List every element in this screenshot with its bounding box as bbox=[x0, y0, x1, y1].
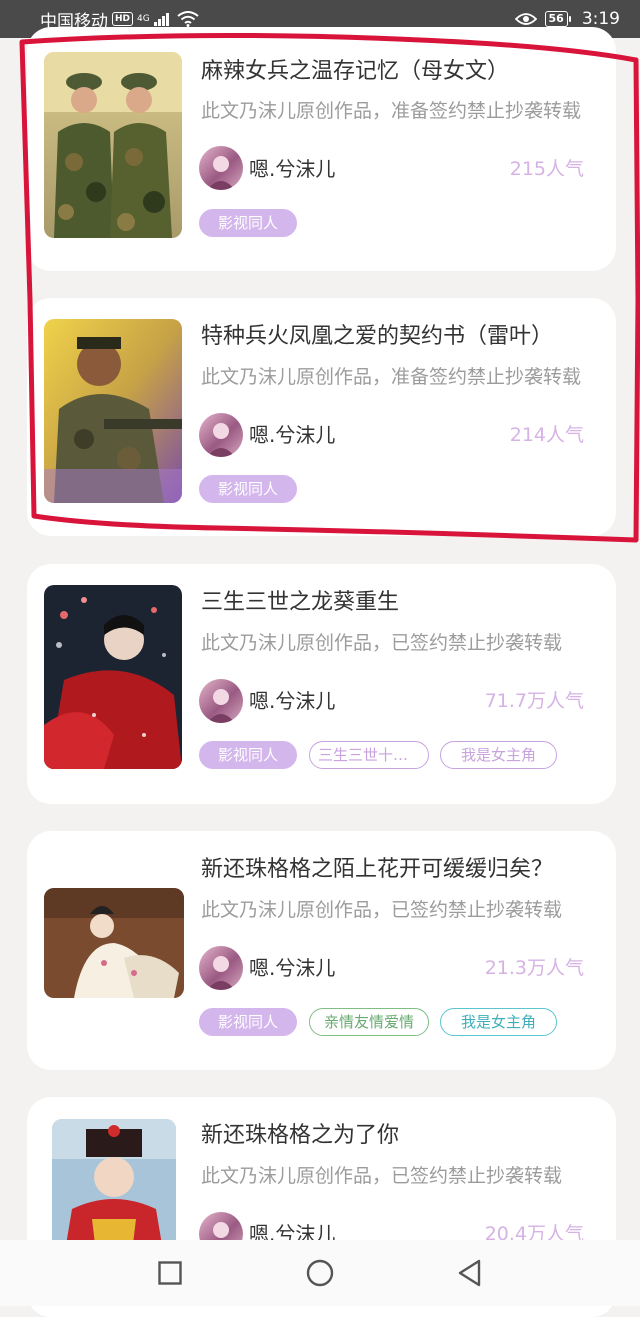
book-title[interactable]: 麻辣女兵之温存记忆（母女文） bbox=[201, 57, 601, 87]
book-title[interactable]: 新还珠格格之陌上花开可缓缓归矣？ bbox=[201, 855, 601, 885]
popularity-count: 215人气 bbox=[509, 158, 584, 180]
author-name[interactable]: 嗯.兮沫儿 bbox=[249, 688, 335, 714]
signal-icon bbox=[153, 12, 169, 26]
book-title[interactable]: 新还珠格格之为了你 bbox=[201, 1121, 601, 1151]
book-cover[interactable] bbox=[44, 319, 182, 503]
topic-tag[interactable]: 我是女主角 bbox=[440, 741, 557, 769]
wifi-icon bbox=[177, 11, 199, 27]
author-name[interactable]: 嗯.兮沫儿 bbox=[249, 156, 335, 182]
clock: 3:19 bbox=[581, 9, 620, 29]
book-description: 此文乃沫儿原创作品，准备签约禁止抄袭转载 bbox=[201, 366, 582, 388]
avatar[interactable] bbox=[199, 679, 243, 723]
avatar[interactable] bbox=[199, 146, 243, 190]
topic-tag[interactable]: 亲情友情爱情 bbox=[309, 1008, 429, 1036]
author-name[interactable]: 嗯.兮沫儿 bbox=[249, 422, 335, 448]
back-icon[interactable] bbox=[450, 1253, 490, 1293]
home-icon[interactable] bbox=[300, 1253, 340, 1293]
network-type: 4G bbox=[137, 14, 150, 24]
genre-tag[interactable]: 影视同人 bbox=[199, 209, 297, 237]
eye-icon bbox=[514, 12, 537, 26]
book-title[interactable]: 三生三世之龙葵重生 bbox=[201, 588, 601, 618]
genre-tag[interactable]: 影视同人 bbox=[199, 475, 297, 503]
genre-tag[interactable]: 影视同人 bbox=[199, 741, 297, 769]
hd-badge: HD bbox=[112, 12, 134, 26]
popularity-count: 71.7万人气 bbox=[484, 690, 584, 712]
topic-tag[interactable]: 三生三世十里桃花 bbox=[309, 741, 429, 769]
book-description: 此文乃沫儿原创作品，准备签约禁止抄袭转载 bbox=[201, 100, 582, 122]
book-cover[interactable] bbox=[44, 52, 182, 238]
book-card[interactable]: 新还珠格格之陌上花开可缓缓归矣？ 此文乃沫儿原创作品，已签约禁止抄袭转载 嗯.兮… bbox=[27, 831, 616, 1070]
book-cover[interactable] bbox=[44, 888, 184, 998]
battery-icon: 56 bbox=[544, 11, 572, 27]
book-cover[interactable] bbox=[44, 585, 182, 769]
book-description: 此文乃沫儿原创作品，已签约禁止抄袭转载 bbox=[201, 1165, 563, 1187]
book-description: 此文乃沫儿原创作品，已签约禁止抄袭转载 bbox=[201, 899, 563, 921]
popularity-count: 21.3万人气 bbox=[484, 957, 584, 979]
avatar[interactable] bbox=[199, 413, 243, 457]
system-nav-bar bbox=[0, 1240, 640, 1306]
avatar[interactable] bbox=[199, 946, 243, 990]
popularity-count: 214人气 bbox=[509, 424, 584, 446]
book-card[interactable]: 三生三世之龙葵重生 此文乃沫儿原创作品，已签约禁止抄袭转载 嗯.兮沫儿 71.7… bbox=[27, 564, 616, 804]
book-card[interactable]: 特种兵火凤凰之爱的契约书（雷叶） 此文乃沫儿原创作品，准备签约禁止抄袭转载 嗯.… bbox=[27, 298, 616, 536]
book-description: 此文乃沫儿原创作品，已签约禁止抄袭转载 bbox=[201, 632, 563, 654]
recent-apps-icon[interactable] bbox=[150, 1253, 190, 1293]
topic-tag[interactable]: 我是女主角 bbox=[440, 1008, 557, 1036]
author-name[interactable]: 嗯.兮沫儿 bbox=[249, 955, 335, 981]
book-card[interactable]: 麻辣女兵之温存记忆（母女文） 此文乃沫儿原创作品，准备签约禁止抄袭转载 嗯.兮沫… bbox=[27, 27, 616, 271]
genre-tag[interactable]: 影视同人 bbox=[199, 1008, 297, 1036]
book-title[interactable]: 特种兵火凤凰之爱的契约书（雷叶） bbox=[201, 322, 601, 352]
